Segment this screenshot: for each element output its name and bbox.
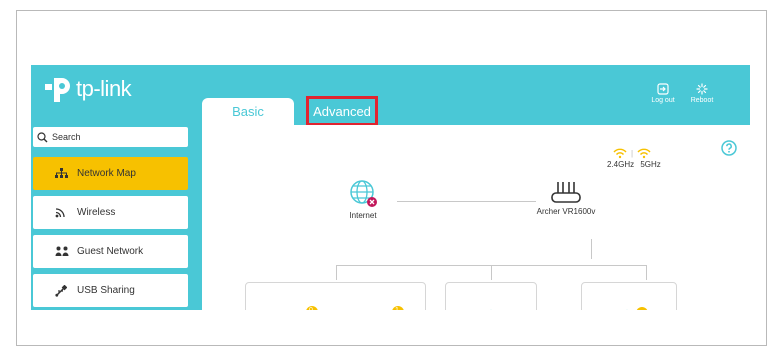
tree-line xyxy=(491,265,492,280)
internet-node[interactable]: Internet xyxy=(338,179,388,220)
band-24-label: 2.4GHz xyxy=(607,160,635,169)
usb-device-card[interactable] xyxy=(581,282,677,310)
connection-line xyxy=(397,201,536,202)
wifi-5ghz-icon xyxy=(637,148,651,159)
network-map-icon xyxy=(55,168,77,179)
reboot-icon xyxy=(696,83,708,95)
help-icon[interactable] xyxy=(721,140,737,161)
search-input[interactable]: Search xyxy=(33,127,188,147)
search-placeholder: Search xyxy=(52,132,81,142)
wifi-24ghz-icon xyxy=(613,148,627,159)
sidebar-item-guest-network[interactable]: Guest Network xyxy=(33,235,188,268)
sidebar-item-wireless[interactable]: Wireless xyxy=(33,196,188,229)
reboot-button[interactable]: Reboot xyxy=(682,83,722,104)
device-card[interactable] xyxy=(445,282,537,310)
router-label: Archer VR1600v xyxy=(536,207,596,216)
screenshot-frame: tp-link Basic Advanced Log out Reboot Se… xyxy=(16,10,767,346)
router-node[interactable]: Archer VR1600v xyxy=(526,179,606,216)
logout-label: Log out xyxy=(651,97,675,104)
globe-icon xyxy=(350,180,377,207)
badge-count: 1 xyxy=(395,307,399,310)
tab-advanced[interactable]: Advanced xyxy=(306,96,378,126)
guest-users-icon xyxy=(55,246,77,257)
tree-line xyxy=(646,265,647,280)
clients-card[interactable]: 0 1 xyxy=(245,282,426,310)
network-map-panel: Internet Archer VR1600v | 2.4GHz 5GHz xyxy=(202,125,750,310)
tree-line xyxy=(336,265,337,280)
router-admin-app: tp-link Basic Advanced Log out Reboot Se… xyxy=(31,65,750,310)
logout-icon xyxy=(657,83,669,95)
logout-button[interactable]: Log out xyxy=(643,83,683,104)
wifi-bands: | 2.4GHz 5GHz xyxy=(607,148,661,169)
sidebar-item-label: Guest Network xyxy=(77,246,144,257)
band-divider: | xyxy=(631,149,634,158)
tp-link-logo-icon xyxy=(43,74,73,104)
internet-label: Internet xyxy=(349,211,377,220)
sidebar-item-label: USB Sharing xyxy=(77,285,135,296)
count-badge xyxy=(636,307,648,310)
sidebar-item-usb-sharing[interactable]: USB Sharing xyxy=(33,274,188,307)
sidebar-item-label: Wireless xyxy=(77,207,116,218)
sidebar-item-network-map[interactable]: Network Map xyxy=(33,157,188,190)
usb-icon xyxy=(55,284,77,297)
tp-link-logo[interactable]: tp-link xyxy=(43,74,132,104)
badge-count: 0 xyxy=(309,307,313,310)
tree-line xyxy=(591,239,592,259)
wifi-icon xyxy=(55,207,77,218)
tab-basic[interactable]: Basic xyxy=(202,98,294,125)
reboot-label: Reboot xyxy=(690,97,714,104)
search-icon xyxy=(37,131,48,142)
band-5-label: 5GHz xyxy=(640,160,661,169)
logo-text: tp-link xyxy=(76,76,132,101)
sidebar-item-label: Network Map xyxy=(77,168,136,179)
router-icon xyxy=(551,182,581,203)
